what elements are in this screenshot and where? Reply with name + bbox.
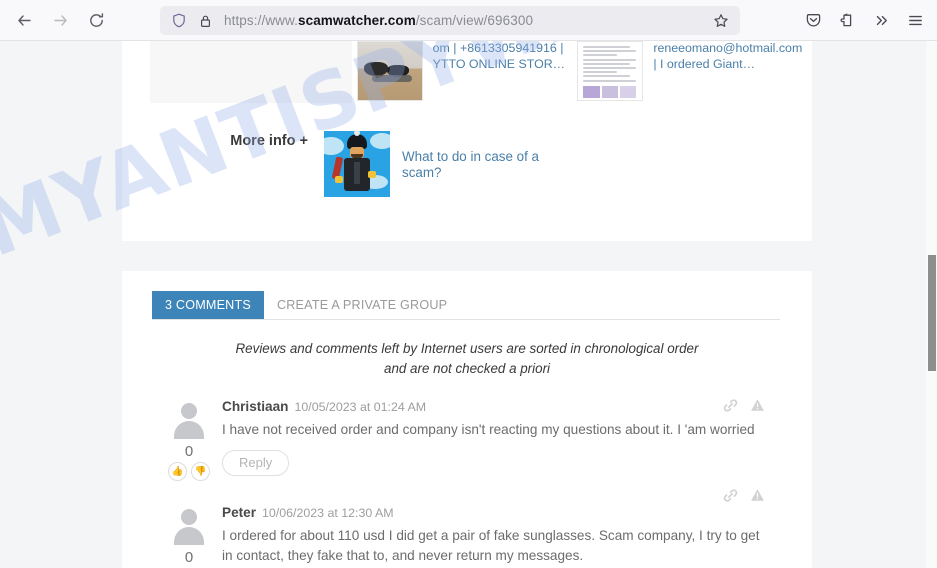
comment-actions	[722, 487, 766, 504]
forward-button[interactable]	[44, 4, 76, 36]
comments-tabs: 3 COMMENTS CREATE A PRIVATE GROUP	[152, 291, 780, 320]
url-path: /scam/view/696300	[415, 13, 534, 28]
tab-create-private-group[interactable]: CREATE A PRIVATE GROUP	[264, 291, 460, 319]
thumbs-down-icon[interactable]: 👎	[191, 462, 210, 481]
avatar	[169, 399, 209, 439]
gallery-item-caption[interactable]: om | +8613305941916 | YTTO ONLINE STOR…	[433, 41, 570, 101]
page-content-column: om | +8613305941916 | YTTO ONLINE STOR… …	[122, 41, 812, 568]
comment-content: Christiaan 10/05/2023 at 01:24 AM I have…	[218, 399, 792, 481]
shield-icon[interactable]	[166, 8, 192, 34]
comment-date: 10/05/2023 at 01:24 AM	[294, 400, 427, 414]
reload-button[interactable]	[80, 4, 112, 36]
evidence-gallery: om | +8613305941916 | YTTO ONLINE STOR… …	[136, 41, 802, 117]
chain-link-icon[interactable]	[722, 487, 739, 504]
page-viewport: MYANTISPYWARE.COM om | +8613305941916 | …	[0, 41, 937, 568]
padlock-icon[interactable]	[192, 8, 218, 34]
comment-header: Christiaan 10/05/2023 at 01:24 AM	[222, 399, 772, 414]
pocket-icon[interactable]	[797, 5, 829, 35]
comment-text: I have not received order and company is…	[222, 422, 755, 437]
police-officer-thumbnail[interactable]	[324, 131, 390, 197]
comment-vote-column: 0 👍 👎	[160, 505, 218, 568]
comment-author: Peter	[222, 505, 257, 520]
comment-date: 10/06/2023 at 12:30 AM	[262, 506, 394, 520]
comment-text: I ordered for about 110 usd I did get a …	[222, 528, 760, 563]
gallery-item[interactable]: reneeomano@hotmail.com | I ordered Giant…	[577, 41, 810, 101]
blank-placeholder-thumbnail	[150, 41, 352, 103]
url-prefix: https://www.	[224, 13, 298, 28]
scam-report-card: om | +8613305941916 | YTTO ONLINE STOR… …	[122, 41, 812, 241]
comment-author: Christiaan	[222, 399, 289, 414]
url-bar[interactable]: https://www.scamwatcher.com/scam/view/69…	[160, 6, 740, 35]
page-scrollbar[interactable]	[926, 41, 937, 568]
scrollbar-thumb[interactable]	[928, 255, 936, 371]
comments-disclaimer: Reviews and comments left by Internet us…	[235, 341, 699, 376]
hamburger-menu-icon[interactable]	[899, 5, 931, 35]
gallery-item[interactable]: om | +8613305941916 | YTTO ONLINE STOR…	[356, 41, 578, 101]
vote-buttons: 👍 👎	[168, 462, 210, 481]
avatar	[169, 505, 209, 545]
more-info-row: More info + What to do in case of a scam…	[136, 117, 798, 227]
reply-button[interactable]: Reply	[222, 449, 290, 476]
tab-comments[interactable]: 3 COMMENTS	[152, 291, 264, 319]
chain-link-icon[interactable]	[722, 397, 739, 414]
chevron-double-right-icon[interactable]	[865, 5, 897, 35]
comments-card: 3 COMMENTS CREATE A PRIVATE GROUP Review…	[122, 271, 812, 568]
thumbs-up-icon[interactable]: 👍	[168, 462, 187, 481]
extension-icon[interactable]	[831, 5, 863, 35]
warning-triangle-icon[interactable]	[749, 487, 766, 504]
star-outline-icon[interactable]	[710, 10, 732, 32]
comment-item: 0 👍 👎 Christiaan 10/05/2023 at 01:24 AM …	[142, 391, 792, 481]
comment-actions	[722, 397, 766, 414]
more-info-label[interactable]: More info +	[150, 131, 324, 149]
comment-vote-column: 0 👍 👎	[160, 399, 218, 481]
gallery-item-caption[interactable]: reneeomano@hotmail.com | I ordered Giant…	[653, 41, 802, 101]
comment-item: 0 👍 👎 Peter 10/06/2023 at 12:30 AM I ord…	[142, 481, 792, 568]
what-to-do-link[interactable]: What to do in case of a scam?	[390, 131, 540, 180]
comment-header: Peter 10/06/2023 at 12:30 AM	[222, 505, 772, 520]
back-button[interactable]	[8, 4, 40, 36]
url-text: https://www.scamwatcher.com/scam/view/69…	[224, 13, 533, 28]
vote-count: 0	[184, 443, 194, 460]
vote-count: 0	[184, 549, 194, 566]
url-host: scamwatcher.com	[297, 13, 416, 28]
sunglasses-photo-thumbnail[interactable]	[356, 41, 423, 101]
toolbar-right-group	[797, 5, 931, 35]
comment-content: Peter 10/06/2023 at 12:30 AM I ordered f…	[218, 505, 792, 568]
browser-toolbar: https://www.scamwatcher.com/scam/view/69…	[0, 0, 937, 41]
warning-triangle-icon[interactable]	[749, 397, 766, 414]
document-screenshot-thumbnail[interactable]	[577, 41, 644, 101]
